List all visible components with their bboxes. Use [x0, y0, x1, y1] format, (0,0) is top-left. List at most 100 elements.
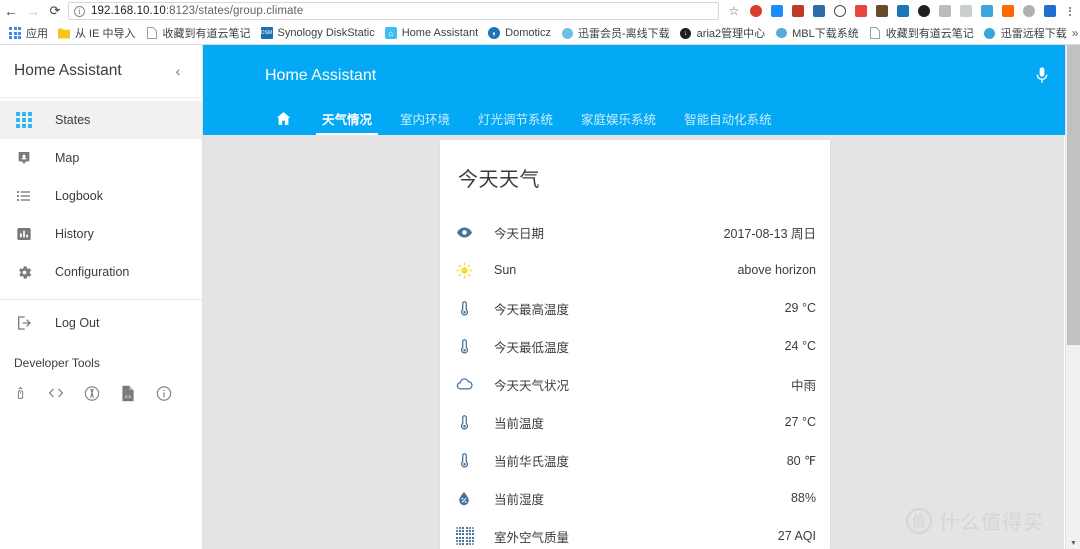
bookmark-item[interactable]: 迅雷远程下载	[979, 24, 1072, 42]
evernote-extension[interactable]	[745, 1, 766, 21]
tab-home[interactable]	[259, 101, 308, 135]
bookmarks-overflow-button[interactable]: »	[1072, 26, 1079, 40]
sidebar-item-label: Configuration	[55, 265, 130, 279]
browser-toolbar: ← → ⟳ i 192.168.10.10:8123/states/group.…	[0, 0, 1080, 22]
row-label: 今天日期	[494, 226, 545, 241]
ha-app-bar: Home Assistant 天气情况 室内环境 灯光调节系统 家庭娱乐系统 智…	[203, 45, 1080, 135]
bookmark-label: 应用	[26, 28, 48, 40]
tab-label: 家庭娱乐系统	[581, 112, 657, 127]
reload-icon[interactable]: ⟳	[44, 0, 66, 22]
sidebar-item-configuration[interactable]: Configuration	[0, 253, 202, 291]
developer-tools-icons: <>	[0, 370, 202, 402]
site-info-icon[interactable]: i	[74, 5, 85, 17]
moon-extension[interactable]	[1018, 1, 1039, 21]
thermometer-icon	[456, 300, 482, 317]
tab-label: 室内环境	[400, 112, 451, 127]
bookmark-label: 收藏到有道云笔记	[162, 28, 251, 40]
states-file-icon[interactable]: <>	[120, 384, 136, 402]
sogou-extension[interactable]	[892, 1, 913, 21]
tab-automation-system[interactable]: 智能自动化系统	[670, 101, 786, 135]
eye-icon	[456, 224, 482, 241]
table-row[interactable]: 今天最高温度 29 °C	[440, 289, 830, 327]
bluetab-extension[interactable]	[1039, 1, 1060, 21]
pocket-extension[interactable]	[766, 1, 787, 21]
row-value: 80 ℉	[786, 453, 816, 468]
tab-weather[interactable]: 天气情况	[308, 101, 386, 135]
scrollbar-thumb[interactable]	[1067, 45, 1080, 345]
back-arrow-icon[interactable]: ←	[0, 0, 22, 22]
bookmark-label: MBL下载系统	[792, 28, 859, 40]
tab-entertainment-system[interactable]: 家庭娱乐系统	[567, 101, 670, 135]
table-row[interactable]: 当前湿度 88%	[440, 479, 830, 517]
tab-lighting-system[interactable]: 灯光调节系统	[464, 101, 567, 135]
cloud-icon	[456, 375, 482, 393]
logout-icon	[16, 315, 42, 331]
xunlei-extension[interactable]	[976, 1, 997, 21]
table-row[interactable]: Sun above horizon	[440, 251, 830, 289]
bookmark-label: 收藏到有道云笔记	[885, 28, 974, 40]
remote-services-icon[interactable]	[12, 384, 28, 402]
bookmark-item[interactable]: MBL下载系统	[770, 24, 864, 42]
row-label: 当前湿度	[494, 492, 545, 507]
table-row[interactable]: 今天日期 2017-08-13 周日	[440, 213, 830, 251]
page-scrollbar[interactable]: ▼	[1065, 45, 1080, 549]
shield-extension[interactable]	[955, 1, 976, 21]
sidebar-item-log-out[interactable]: Log Out	[0, 304, 202, 342]
bookmark-item[interactable]: 从 IE 中导入	[53, 24, 141, 42]
bookmark-star-icon[interactable]: ☆	[723, 0, 745, 22]
chevron-left-icon[interactable]: ‹	[168, 63, 188, 79]
sidebar-header: Home Assistant ‹	[0, 45, 202, 98]
scrollbar-down-arrow[interactable]: ▼	[1066, 540, 1080, 547]
sidebar-item-history[interactable]: History	[0, 215, 202, 253]
one-password-extension[interactable]	[829, 1, 850, 21]
address-bar[interactable]: i 192.168.10.10:8123/states/group.climat…	[68, 2, 719, 20]
bookmark-item[interactable]: ⌂ Home Assistant	[380, 24, 483, 42]
bookmark-item[interactable]: ↓ aria2管理中心	[675, 24, 770, 42]
chameleon-extension[interactable]	[913, 1, 934, 21]
row-label: 室外空气质量	[494, 530, 570, 545]
table-row[interactable]: 室外空气质量 27 AQI	[440, 517, 830, 549]
bookmark-label: Synology DiskStatic	[277, 27, 375, 39]
dsm-icon: DSM	[260, 27, 273, 39]
info-icon[interactable]	[156, 384, 172, 402]
code-templates-icon[interactable]	[48, 384, 64, 402]
map-marker-icon	[16, 150, 42, 166]
forward-arrow-icon[interactable]: →	[22, 0, 44, 22]
aria2-icon: ↓	[680, 27, 692, 39]
card-rows: 今天日期 2017-08-13 周日 Sun above horizon 今天最…	[440, 192, 830, 549]
row-value: above horizon	[737, 263, 816, 277]
table-row[interactable]: 当前温度 27 °C	[440, 403, 830, 441]
microphone-icon[interactable]	[1034, 66, 1050, 86]
thunder-member-icon	[561, 27, 573, 39]
sidebar-item-map[interactable]: Map	[0, 139, 202, 177]
sidebar-item-logbook[interactable]: Logbook	[0, 177, 202, 215]
bookmark-item[interactable]: 收藏到有道云笔记	[141, 24, 256, 42]
bookmark-item[interactable]: 应用	[4, 24, 53, 42]
bookmark-item[interactable]: 迅雷会员-离线下载	[556, 24, 675, 42]
speed-test-100-extension[interactable]	[787, 1, 808, 21]
sun-icon	[456, 261, 482, 279]
dictionary-extension[interactable]	[850, 1, 871, 21]
elephant-extension[interactable]	[934, 1, 955, 21]
air-filter-icon	[456, 527, 482, 545]
sidebar-item-states[interactable]: States	[0, 101, 202, 139]
ha-view-tabs: 天气情况 室内环境 灯光调节系统 家庭娱乐系统 智能自动化系统	[259, 101, 786, 135]
history-chart-icon	[16, 226, 42, 242]
browser-menu-icon[interactable]	[1060, 1, 1080, 21]
table-row[interactable]: 今天最低温度 24 °C	[440, 327, 830, 365]
bookmark-item[interactable]: ◗ Domoticz	[483, 24, 556, 42]
domoticz-icon: ◗	[488, 27, 501, 39]
table-row[interactable]: 今天天气状况 中雨	[440, 365, 830, 403]
tab-indoor-environment[interactable]: 室内环境	[386, 101, 464, 135]
xiaomi-extension[interactable]	[997, 1, 1018, 21]
bookmark-item[interactable]: 收藏到有道云笔记	[864, 24, 979, 42]
extensions-row	[745, 1, 1060, 21]
bookmark-item[interactable]: DSM Synology DiskStatic	[256, 24, 380, 42]
row-value: 中雨	[790, 378, 816, 393]
home-assistant-icon: ⌂	[384, 27, 397, 39]
image-downloader-extension[interactable]	[808, 1, 829, 21]
events-broadcast-icon[interactable]	[84, 384, 100, 402]
table-row[interactable]: 当前华氏温度 80 ℉	[440, 441, 830, 479]
svg-text:<>: <>	[125, 393, 132, 400]
ink-extension[interactable]	[871, 1, 892, 21]
